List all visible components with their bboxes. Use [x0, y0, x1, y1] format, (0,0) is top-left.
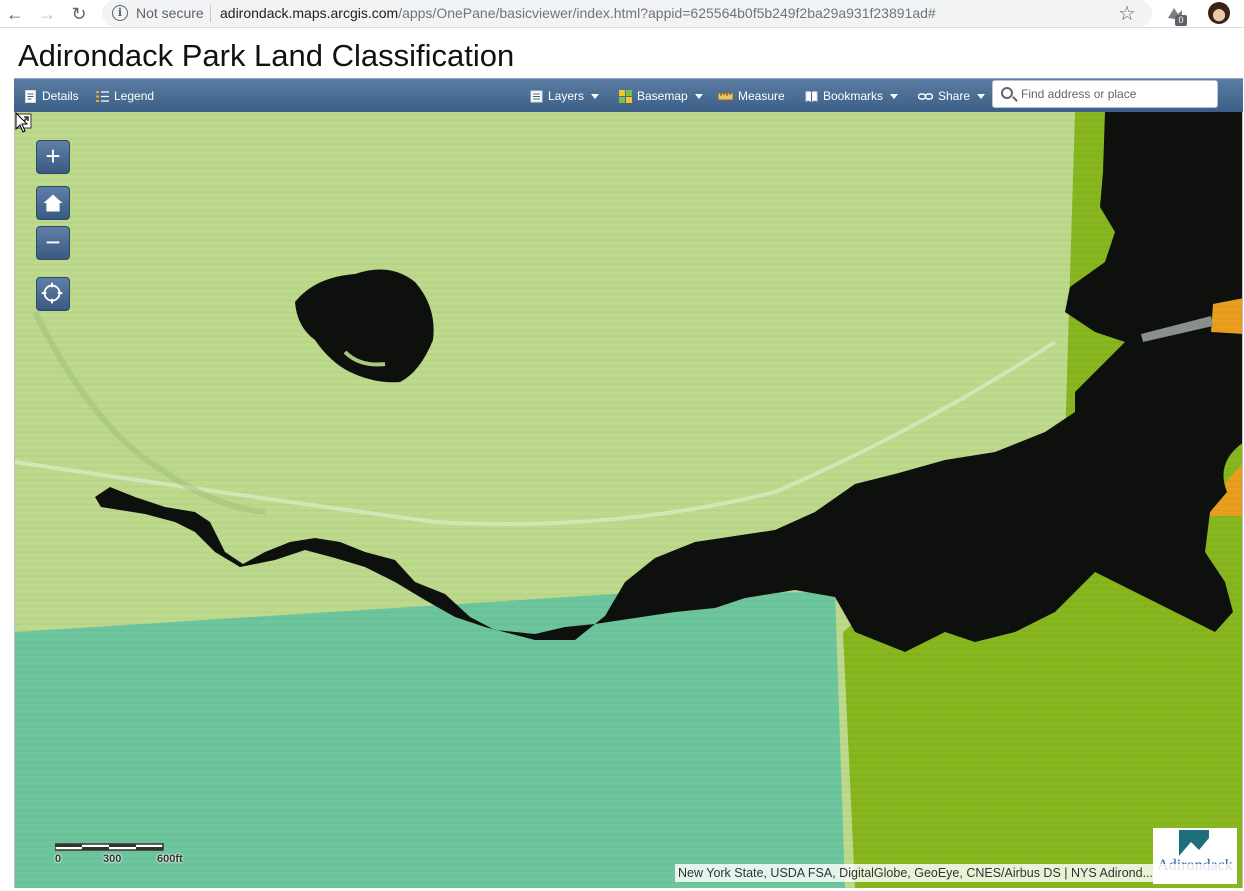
scale-bar: 0 300 600ft: [55, 842, 183, 865]
measure-label: Measure: [738, 89, 785, 103]
mouse-cursor-icon: [15, 112, 29, 133]
measure-button[interactable]: Measure: [718, 79, 785, 113]
bookmarks-label: Bookmarks: [823, 89, 884, 103]
details-label: Details: [42, 89, 79, 103]
reload-icon[interactable]: ↻: [68, 3, 90, 25]
url-text[interactable]: adirondack.maps.arcgis.com/apps/OnePane/…: [220, 5, 936, 21]
basemap-button[interactable]: Basemap: [619, 79, 703, 113]
address-bar[interactable]: i Not secure adirondack.maps.arcgis.com/…: [102, 0, 1152, 27]
home-icon: [43, 194, 63, 212]
search-icon[interactable]: [1001, 87, 1013, 99]
book-icon: [805, 90, 818, 102]
map-canvas[interactable]: [15, 112, 1243, 888]
scale-label-end: 600ft: [157, 853, 183, 865]
page-title: Adirondack Park Land Classification: [18, 38, 515, 73]
chevron-down-icon: [591, 93, 600, 99]
legend-button[interactable]: Legend: [96, 79, 154, 113]
layers-icon: [530, 90, 543, 102]
share-button[interactable]: Share: [918, 79, 986, 113]
security-label: Not secure: [136, 5, 204, 21]
search-input[interactable]: [1021, 85, 1211, 103]
back-icon[interactable]: ←: [4, 3, 26, 25]
browser-toolbar: ← → ↻ i Not secure adirondack.maps.arcgi…: [0, 0, 1244, 28]
scale-label-start: 0: [55, 853, 62, 865]
forward-icon[interactable]: →: [36, 3, 58, 25]
profile-avatar[interactable]: [1208, 2, 1230, 24]
layers-button[interactable]: Layers: [530, 79, 600, 113]
bookmark-star-icon[interactable]: ☆: [1118, 1, 1136, 26]
zoom-out-button[interactable]: −: [36, 226, 70, 260]
legend-icon: [96, 90, 109, 102]
layers-label: Layers: [548, 89, 585, 103]
home-button[interactable]: [36, 186, 70, 220]
link-icon: [918, 92, 933, 100]
scale-ruler: [55, 843, 164, 851]
url-host: adirondack.maps.arcgis.com: [220, 5, 399, 21]
map-view[interactable]: + − 0 300 600ft Adirondack New York Stat…: [14, 112, 1243, 888]
chevron-down-icon: [694, 93, 703, 99]
info-icon[interactable]: i: [112, 5, 128, 21]
legend-label: Legend: [114, 89, 155, 103]
ruler-icon: [718, 92, 733, 100]
scale-label-mid: 300: [103, 853, 122, 865]
chevron-down-icon: [977, 93, 986, 99]
bookmarks-button[interactable]: Bookmarks: [805, 79, 899, 113]
map-attribution[interactable]: New York State, USDA FSA, DigitalGlobe, …: [675, 864, 1237, 882]
extension-badge: 0: [1175, 15, 1187, 26]
url-path: /apps/OnePane/basicviewer/index.html?app…: [398, 5, 936, 21]
search-box: [992, 80, 1218, 108]
locate-icon: [41, 282, 63, 304]
zoom-in-button[interactable]: +: [36, 140, 70, 174]
basemap-label: Basemap: [637, 89, 688, 103]
basemap-icon: [619, 89, 632, 103]
locate-button[interactable]: [36, 277, 70, 311]
chevron-down-icon: [890, 93, 899, 99]
divider: [210, 5, 211, 22]
details-button[interactable]: Details: [24, 79, 79, 113]
share-label: Share: [938, 89, 971, 103]
details-icon: [25, 89, 36, 103]
